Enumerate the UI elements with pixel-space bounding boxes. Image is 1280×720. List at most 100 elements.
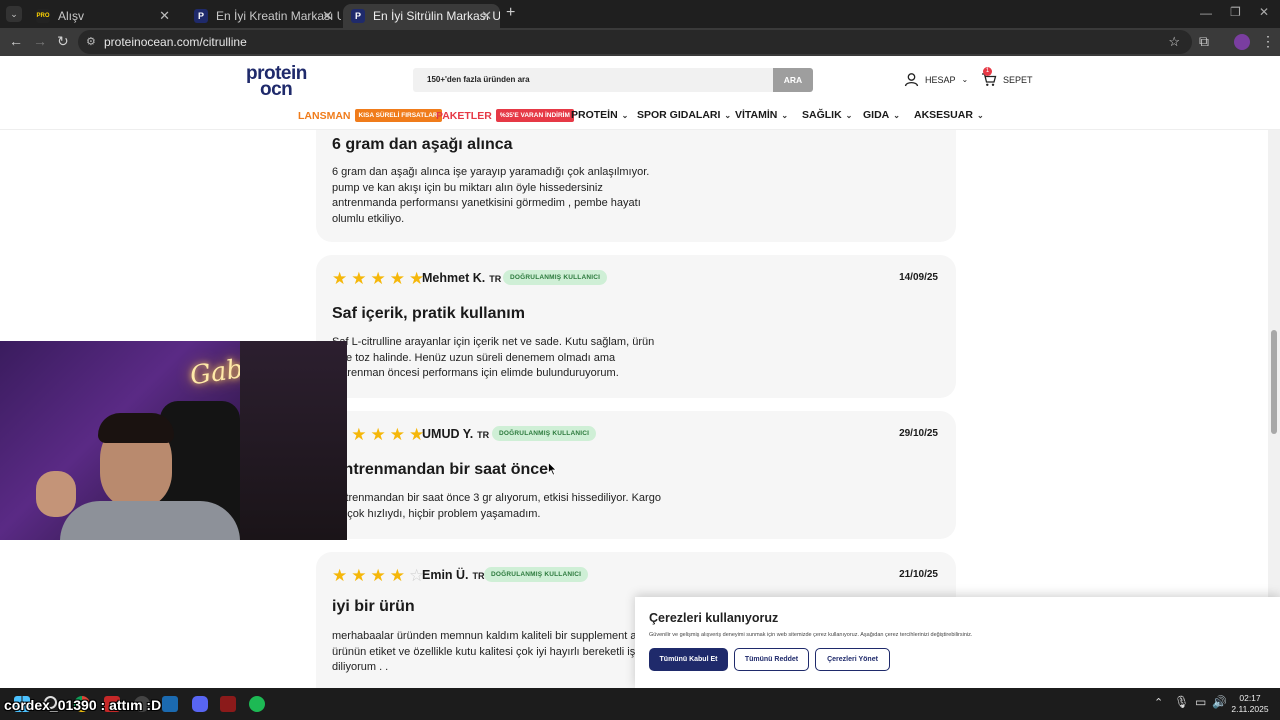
close-icon[interactable]: ✕	[322, 8, 333, 24]
close-icon[interactable]: ✕	[481, 8, 492, 24]
review-card: ★ ★ ★ ★ ★ UMUD Y.TR DOĞRULANMIŞ KULLANIC…	[316, 411, 956, 539]
tab-label: Alışv	[58, 9, 85, 23]
nav-paketler[interactable]: PAKETLER %35'E VARAN İNDİRİM	[436, 109, 574, 122]
browser-tab-strip: ⌄ PRO Alışv ✕ P En İyi Kreatin Markası U…	[0, 0, 1280, 28]
address-bar[interactable]: ⚙ proteinocean.com/citrulline ☆	[78, 30, 1192, 54]
chevron-down-icon: ⌄	[961, 75, 969, 84]
logo-text-ocn: ocn	[260, 79, 293, 100]
reviewer-name-text: UMUD Y.	[422, 427, 474, 441]
new-tab-button[interactable]: +	[506, 4, 515, 22]
reviewer-country: TR	[489, 274, 502, 284]
windows-taskbar: cordex_01390 : attım :D ⌃ 🎙 ▭ 🔊 02:17 2.…	[0, 688, 1280, 720]
tab-alisveris[interactable]: PRO Alışv ✕	[28, 4, 178, 28]
nav-gida[interactable]: GIDA ⌄	[863, 109, 900, 121]
star-rating: ★ ★ ★ ★ ☆	[332, 567, 424, 584]
reload-icon[interactable]: ↻	[57, 33, 69, 50]
accept-all-cookies-button[interactable]: Tümünü Kabul Et	[649, 648, 728, 671]
clock[interactable]: 02:17 2.11.2025	[1228, 693, 1272, 715]
review-card: ★ ★ ★ ★ ★ Mehmet K. TR DOĞRULANMIŞ KULLAN…	[316, 255, 956, 398]
reject-all-cookies-button[interactable]: Tümünü Reddet	[734, 648, 809, 671]
chevron-down-icon: ⌄	[724, 110, 732, 120]
star-icon: ★	[389, 425, 405, 444]
url-text: proteinocean.com/citrulline	[104, 35, 247, 49]
nav-spor-gidalari[interactable]: SPOR GIDALARI ⌄	[637, 109, 731, 121]
shelf-light	[240, 341, 347, 540]
reviewer-country: TR	[472, 571, 485, 581]
proteinocean-favicon-icon: P	[351, 9, 365, 23]
page-scrollbar[interactable]: ▲	[1268, 56, 1280, 688]
tab-search-button[interactable]: ⌄	[6, 6, 22, 22]
star-icon: ★	[332, 566, 348, 585]
steam-icon[interactable]	[162, 696, 178, 712]
volume-icon[interactable]: 🔊	[1212, 695, 1227, 709]
review-date: 14/09/25	[899, 272, 938, 283]
tray-chevron-up-icon[interactable]: ⌃	[1154, 696, 1163, 709]
review-date: 29/10/25	[899, 428, 938, 439]
clock-time: 02:17	[1239, 693, 1261, 703]
scrollbar-thumb[interactable]	[1271, 330, 1277, 434]
streaming-app-icon[interactable]	[220, 696, 236, 712]
search-button[interactable]: ARA	[773, 68, 813, 92]
window-close-icon[interactable]: ✕	[1259, 5, 1269, 19]
nav-aksesuar-label: AKSESUAR	[914, 109, 973, 121]
star-icon: ★	[389, 566, 405, 585]
streamer-body	[60, 501, 240, 540]
cart-button[interactable]: SEPET 1	[981, 67, 1033, 87]
reviewer-name-text: Emin Ü.	[422, 568, 469, 582]
verified-badge: DOĞRULANMIŞ KULLANICI	[492, 426, 597, 441]
back-arrow-icon[interactable]: ←	[9, 33, 23, 49]
site-favicon-icon: PRO	[36, 9, 50, 23]
tab-kreatin[interactable]: P En İyi Kreatin Markası Uygun Fi ✕	[186, 4, 341, 28]
streamer-hair	[98, 413, 174, 443]
star-icon: ★	[351, 269, 367, 288]
nav-vitamin[interactable]: VİTAMİN ⌄	[735, 109, 788, 121]
menu-kebab-icon[interactable]: ⋮	[1261, 33, 1275, 50]
site-info-icon[interactable]: ⚙	[86, 35, 96, 48]
microphone-icon[interactable]: 🎙	[1174, 695, 1189, 709]
nav-lansman-badge: KISA SÜRELİ FIRSATLAR	[354, 109, 442, 122]
nav-aksesuar[interactable]: AKSESUAR ⌄	[914, 109, 984, 121]
chevron-down-icon: ⌄	[893, 110, 900, 120]
tab-sitrulin[interactable]: P En İyi Sitrülin Markası Uygun Fi ✕	[343, 4, 500, 28]
verified-badge: DOĞRULANMIŞ KULLANICI	[503, 270, 608, 285]
nav-saglik[interactable]: SAĞLIK ⌄	[802, 109, 852, 121]
chevron-down-icon: ⌄	[845, 110, 853, 120]
close-icon[interactable]: ✕	[159, 8, 170, 24]
clock-date: 2.11.2025	[1231, 704, 1269, 714]
network-icon[interactable]: ▭	[1195, 695, 1206, 709]
verified-badge: DOĞRULANMIŞ KULLANICI	[484, 567, 589, 582]
star-icon: ★	[332, 269, 348, 288]
search-input[interactable]: 150+'den fazla üründen ara	[413, 68, 773, 92]
restore-icon[interactable]: ❐	[1230, 5, 1241, 19]
profile-avatar[interactable]	[1234, 34, 1250, 50]
nav-protein[interactable]: PROTEİN ⌄	[571, 109, 628, 121]
reviewer-name: Mehmet K. TR	[422, 271, 501, 285]
webcam-overlay: Gabelo	[0, 341, 347, 540]
discord-icon[interactable]	[192, 696, 208, 712]
chevron-down-icon: ⌄	[621, 110, 629, 120]
star-icon: ★	[370, 269, 386, 288]
extensions-icon[interactable]: ⧉	[1199, 33, 1209, 50]
account-menu[interactable]: HESAP ⌄	[904, 72, 968, 87]
chevron-down-icon: ⌄	[976, 110, 984, 120]
star-icon: ★	[370, 566, 386, 585]
bookmark-star-icon[interactable]: ☆	[1168, 34, 1180, 50]
user-icon	[904, 73, 919, 87]
cookie-title: Çerezleri kullanıyoruz	[649, 611, 779, 625]
cookie-text: Güvenilir ve gelişmiş alışveriş deneyimi…	[649, 632, 973, 638]
site-logo[interactable]: protein ocn	[246, 64, 307, 100]
review-date: 21/10/25	[899, 569, 938, 580]
reviewer-name: Emin Ü. TR	[422, 568, 485, 582]
proteinocean-favicon-icon: P	[194, 9, 208, 23]
cookie-banner: Çerezleri kullanıyoruz Güvenilir ve geli…	[635, 597, 1280, 688]
nav-gida-label: GIDA	[863, 109, 890, 121]
nav-lansman[interactable]: LANSMAN KISA SÜRELİ FIRSATLAR	[298, 109, 442, 122]
cart-label: SEPET	[1003, 74, 1033, 85]
spotify-icon[interactable]	[249, 696, 265, 712]
review-body: Antrenmandan bir saat önce 3 gr alıyorum…	[332, 492, 661, 520]
review-body: Saf L-citrulline arayanlar için içerik n…	[332, 336, 655, 379]
manage-cookies-button[interactable]: Çerezleri Yönet	[815, 648, 890, 671]
minimize-icon[interactable]: —	[1200, 6, 1212, 20]
forward-arrow-icon[interactable]: →	[33, 33, 47, 49]
nav-protein-label: PROTEİN	[571, 109, 618, 121]
